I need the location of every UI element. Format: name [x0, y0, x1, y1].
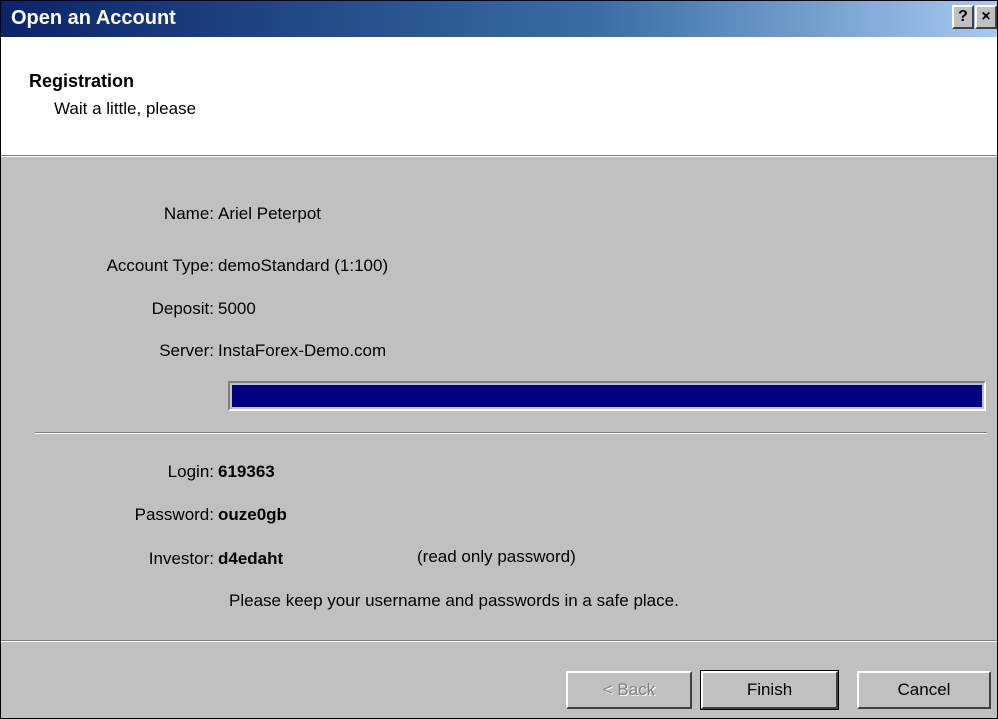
close-icon: ×	[981, 8, 991, 25]
title-bar[interactable]: Open an Account ? ×	[1, 1, 997, 37]
account-type-label: Account Type:	[106, 256, 214, 275]
deposit-value: 5000	[218, 299, 256, 318]
investor-value: d4edaht	[218, 549, 284, 568]
open-account-dialog: Open an Account ? × Registration Wait a …	[0, 0, 998, 719]
cancel-button[interactable]: Cancel	[857, 671, 991, 709]
help-button[interactable]: ?	[952, 5, 974, 29]
account-type-value: demoStandard (1:100)	[218, 256, 389, 275]
help-icon: ?	[958, 8, 968, 25]
safety-note: Please keep your username and passwords …	[229, 591, 679, 610]
header-subtitle: Wait a little, please	[54, 99, 197, 118]
window-title: Open an Account	[11, 7, 176, 29]
server-value: InstaForex-Demo.com	[218, 341, 387, 360]
progress-fill	[232, 385, 982, 407]
finish-button[interactable]: Finish	[700, 670, 839, 710]
back-button[interactable]: < Back	[566, 671, 692, 709]
server-label: Server:	[159, 341, 214, 360]
name-row: Name: Ariel Peterpot	[1, 202, 997, 226]
login-value: 619363	[218, 462, 275, 481]
close-button[interactable]: ×	[975, 5, 997, 29]
login-label: Login:	[167, 462, 214, 481]
registration-progress-bar	[228, 381, 986, 411]
password-row: Password: ouze0gb	[1, 503, 997, 527]
footer-divider-highlight	[1, 641, 997, 642]
investor-note: (read only password)	[417, 547, 576, 566]
name-value: Ariel Peterpot	[218, 204, 321, 223]
login-row: Login: 619363	[1, 460, 997, 484]
name-label: Name:	[163, 204, 214, 223]
account-type-row: Account Type: demoStandard (1:100)	[1, 254, 997, 278]
password-label: Password:	[134, 505, 214, 524]
deposit-label: Deposit:	[151, 299, 214, 318]
header-divider	[1, 156, 997, 157]
deposit-row: Deposit: 5000	[1, 297, 997, 321]
server-row: Server: InstaForex-Demo.com	[1, 339, 997, 363]
wizard-header: Registration Wait a little, please	[1, 37, 997, 156]
password-value: ouze0gb	[218, 505, 287, 524]
section-divider-highlight	[35, 433, 987, 434]
header-title: Registration	[29, 71, 135, 91]
investor-label: Investor:	[148, 549, 214, 568]
